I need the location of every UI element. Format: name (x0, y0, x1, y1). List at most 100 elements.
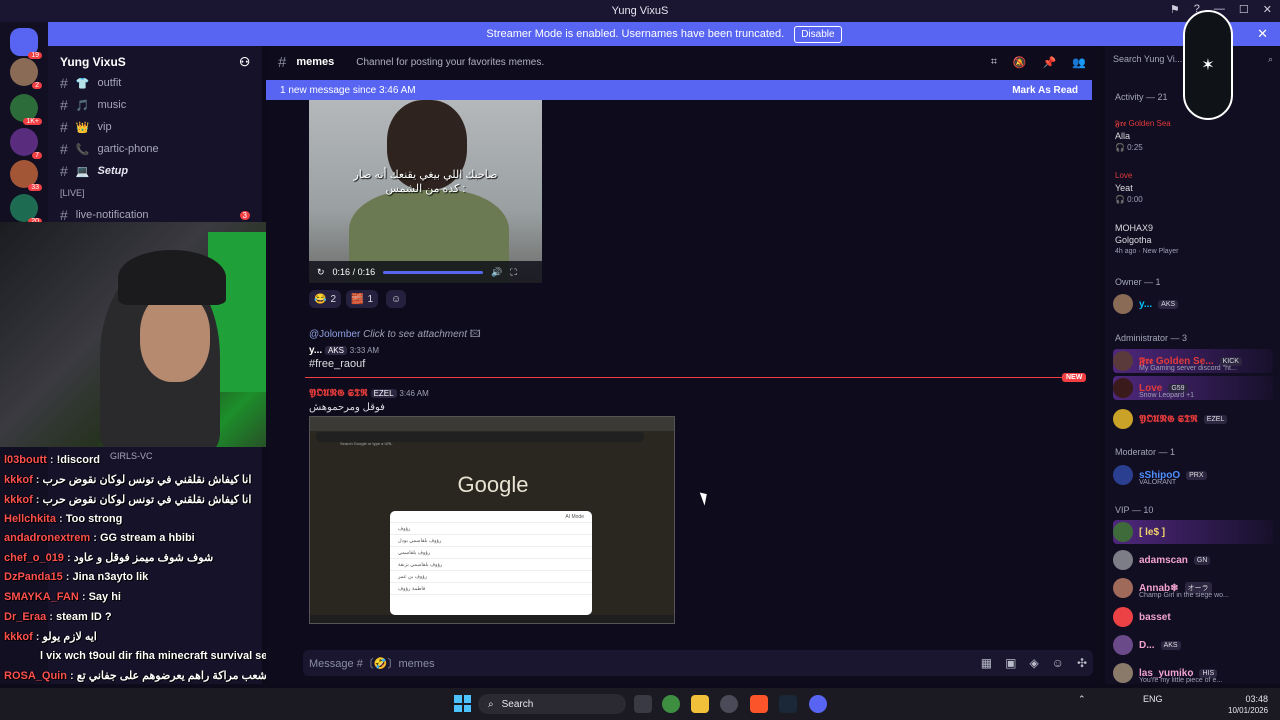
server-icon[interactable]: 2 (10, 58, 42, 89)
obs-icon[interactable] (720, 695, 738, 713)
channel-item[interactable]: # 💻 Setup (48, 160, 262, 182)
chat-user: andadronextrem (4, 532, 91, 544)
clock[interactable]: 03:48 10/01/2026 (1228, 694, 1268, 716)
member-item[interactable]: 𝖄𝕺𝖀𝕹𝕲 𝕾𝕿𝕽 EZEL (1113, 407, 1228, 431)
channel-emoji: 👕 (75, 77, 90, 90)
message-author[interactable]: y... (309, 345, 322, 356)
reaction-emoji: 🧱 (351, 293, 364, 305)
inbox-icon[interactable]: ⚑ (1170, 3, 1180, 16)
discord-icon[interactable] (809, 695, 827, 713)
close-window-icon[interactable]: ✕ (1263, 3, 1272, 16)
message-author[interactable]: 𝖄𝕺𝖀𝕹𝕲 𝕾𝕿𝕽 (309, 388, 368, 399)
add-member-icon[interactable]: ⚇ (239, 55, 250, 69)
video-progress[interactable] (383, 270, 484, 274)
app-launcher-icon[interactable]: ▦ (981, 656, 992, 670)
steam-icon[interactable] (779, 695, 797, 713)
chrome-icon[interactable] (662, 695, 680, 713)
members-icon[interactable]: 👥 (1072, 56, 1086, 69)
mute-icon[interactable]: 🔕 (1013, 56, 1027, 69)
maximize-icon[interactable]: ☐ (1239, 3, 1249, 16)
hash-icon: # (60, 163, 68, 179)
search-icon: ⌕ (1267, 54, 1273, 64)
member-status: VALORANT (1139, 479, 1177, 486)
member-item[interactable]: adamscan GN (1113, 548, 1211, 572)
replay-icon[interactable]: ↻ (317, 267, 325, 278)
member-item[interactable]: Annab❄ オーラ Champ Girl in the siege wo... (1113, 576, 1229, 600)
channel-topic: Channel for posting your favorites memes… (356, 56, 545, 68)
channel-logo-watermark: ✶ (1183, 10, 1233, 120)
fullscreen-icon[interactable]: ⛶ (510, 267, 516, 278)
close-banner-icon[interactable]: ✕ (1257, 26, 1268, 42)
task-view-icon[interactable] (634, 695, 652, 713)
taskbar-search[interactable]: ⌕ Search (478, 694, 626, 714)
add-reaction-button[interactable]: ☺ (386, 290, 407, 308)
channel-item[interactable]: # 👑 vip (48, 116, 262, 138)
mark-as-read-button[interactable]: Mark As Read (1012, 85, 1078, 96)
threads-icon[interactable]: ⌗ (991, 56, 997, 69)
volume-icon[interactable]: 🔊 (491, 267, 502, 278)
chat-user: kkkof (4, 631, 33, 643)
reaction-count: 2 (330, 293, 337, 305)
activity-card[interactable]: MOHAX9 Golgotha 4h ago · New Player (1115, 222, 1178, 258)
chat-text: Jina n3ayto lik (72, 571, 149, 583)
reaction-chip[interactable]: 😂 2 (309, 290, 342, 308)
chat-text: l vix wch t9oul dir fiha minecraft survi… (40, 650, 289, 662)
message-composer[interactable]: Message #〔🤣〕memes ▦ ▣ ◈ ☺ ✣ (303, 650, 1093, 676)
member-item[interactable]: [ le$ ] (1113, 520, 1273, 544)
activity-user: 𝕱𝖗𝖊 Golden Sea (1115, 119, 1171, 128)
member-item[interactable]: y... AKS (1113, 292, 1179, 316)
reaction-chip[interactable]: 🧱 1 (346, 290, 379, 308)
channel-item[interactable]: # 📞 gartic-phone (48, 138, 262, 160)
category-header[interactable]: [LIVE] (48, 182, 262, 204)
member-item[interactable]: las_yumiko HIS You're my little piece of e… (1113, 661, 1222, 684)
sticker-icon[interactable]: ◈ (1029, 656, 1038, 670)
member-item[interactable]: Love G59 Snow Leopard +1 (1113, 376, 1273, 400)
channel-item[interactable]: # 👕 outfit (48, 72, 262, 94)
member-status: Champ Girl in the siege wo... (1139, 592, 1229, 599)
new-divider (305, 377, 1078, 378)
server-icon[interactable]: 7 (10, 128, 42, 159)
message-header: y... AKS 3:33 AM (309, 345, 379, 356)
suggestion: رؤوف (390, 523, 592, 535)
member-item[interactable]: D... AKS (1113, 633, 1181, 657)
video-embed[interactable]: صاحبك اللي بيغي يقنعك أنه صار كده من الش… (309, 100, 542, 283)
hash-icon: # (60, 141, 68, 157)
channel-item[interactable]: # 🎵 music (48, 94, 262, 116)
activity-title: Yeat (1115, 183, 1133, 193)
dm-home-button[interactable]: 19 (10, 28, 42, 59)
member-item[interactable]: 𝕱𝖗𝖊 Golden Se... KICK My Gaming server dis… (1113, 349, 1273, 373)
role-header: Owner — 1 (1115, 277, 1161, 287)
suggestion: فاطمة رؤوف (390, 583, 592, 595)
url-hint: Search Google or type a URL (340, 441, 393, 446)
language-indicator[interactable]: ENG (1143, 694, 1163, 704)
unread-badge: 3 (239, 210, 250, 220)
start-button[interactable] (454, 695, 471, 712)
reply-text: Click to see attachment (363, 329, 467, 340)
member-item[interactable]: sShipoO PRX VALORANT (1113, 463, 1207, 487)
brave-icon[interactable] (750, 695, 768, 713)
server-icon[interactable]: 33 (10, 160, 42, 191)
server-icon[interactable]: 1K+ (10, 94, 42, 125)
disable-button[interactable]: Disable (794, 25, 842, 43)
voice-channel-label: GIRLS-VC (110, 451, 153, 461)
file-explorer-icon[interactable] (691, 695, 709, 713)
gif-icon[interactable]: ▣ (1005, 656, 1016, 670)
activity-card[interactable]: Love Yeat 🎧 0:00 (1115, 170, 1143, 206)
server-icon[interactable]: 20 (10, 194, 42, 225)
avatar (1113, 378, 1133, 398)
avatar (1113, 578, 1133, 598)
image-attachment[interactable]: Search Google or type a URL Google AI Mo… (309, 416, 675, 624)
activity-card[interactable]: 𝕱𝖗𝖊 Golden Sea Alla 🎧 0:25 (1115, 118, 1171, 154)
reply-preview[interactable]: @Jolomber Click to see attachment 🖾 (309, 327, 481, 344)
member-item[interactable]: basset (1113, 605, 1171, 629)
tray-chevron-icon[interactable]: ⌃ (1078, 694, 1086, 705)
streamer-mode-banner: Streamer Mode is enabled. Usernames have… (48, 22, 1280, 46)
activity-meta: 🎧 0:00 (1115, 195, 1143, 204)
new-messages-bar[interactable]: 1 new message since 3:46 AM Mark As Read (266, 80, 1092, 100)
avatar (1113, 294, 1133, 314)
category-label: [LIVE] (60, 188, 85, 198)
pin-icon[interactable]: 📌 (1043, 56, 1057, 69)
member-status: You're my little piece of e... (1139, 677, 1223, 684)
apps-icon[interactable]: ✣ (1077, 656, 1087, 670)
emoji-icon[interactable]: ☺ (1052, 656, 1064, 670)
